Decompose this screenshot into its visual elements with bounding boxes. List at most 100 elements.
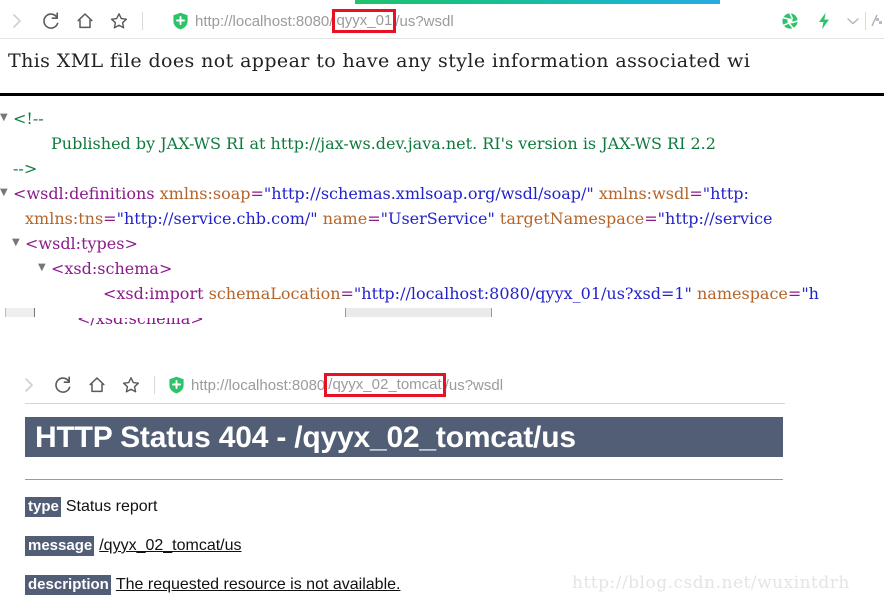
collapse-triangle-icon[interactable]: ▼	[0, 105, 13, 130]
xml-token-attr: xmlns:tns	[25, 209, 104, 228]
xml-token-attr: xmlns:soap	[154, 184, 251, 203]
xml-token-cmt: -->	[13, 159, 38, 178]
xml-token-punc: >	[124, 234, 138, 253]
xml-horizontal-scrollbar-thumb[interactable]	[345, 308, 492, 317]
error-page-rule	[25, 479, 783, 480]
bookmark-button[interactable]	[102, 4, 136, 38]
xml-token-val: "http://service	[657, 209, 773, 228]
partial-icon	[871, 14, 882, 27]
xml-token-punc: =	[689, 184, 703, 203]
chevron-down-icon	[847, 18, 859, 25]
xml-token-val: "http://schemas.xmlsoap.org/wsdl/soap/"	[263, 184, 594, 203]
url-rest-2: /us?wsdl	[444, 376, 504, 394]
xml-token-punc: <	[51, 259, 65, 278]
page-title: HTTP Status 404 - /qyyx_02_tomcat/us	[35, 421, 576, 454]
xml-line: -->	[0, 156, 884, 181]
xml-line: <xsd:import schemaLocation="http://local…	[0, 281, 884, 306]
reload-icon	[55, 376, 71, 393]
xml-token-attr: name	[317, 209, 368, 228]
star-icon	[110, 13, 128, 29]
xml-token-attr: xmlns:wsdl	[593, 184, 690, 203]
toolbar-1-bottom-rule	[0, 38, 884, 39]
error-row-description: description The requested resource is not…	[25, 575, 400, 595]
home-button[interactable]	[68, 4, 102, 38]
forward-button[interactable]	[0, 4, 34, 38]
home-icon	[77, 13, 93, 29]
xml-style-notice: This XML file does not appear to have an…	[8, 50, 751, 72]
lightning-bolt-icon	[819, 12, 829, 30]
error-value-message: /qyyx_02_tomcat/us	[99, 537, 242, 554]
toolbar-2-bottom-rule	[25, 403, 785, 404]
url-rest: /us?wsdl	[395, 12, 454, 30]
error-value-type: Status report	[65, 498, 158, 515]
http-status-banner: HTTP Status 404 - /qyyx_02_tomcat/us	[25, 417, 783, 457]
collapse-triangle-icon[interactable]: ▼	[38, 255, 51, 280]
blog-watermark: http://blog.csdn.net/wuxintdrh	[572, 573, 850, 593]
chevron-right-icon	[13, 14, 21, 28]
xml-token-tag: xsd:import	[116, 284, 204, 303]
xml-token-tag: wsdl:types	[38, 234, 125, 253]
aperture-extension-button[interactable]	[773, 4, 807, 38]
lightning-extension-button[interactable]	[807, 4, 841, 38]
xml-token-punc: =	[340, 284, 354, 303]
overflow-menu-button[interactable]	[868, 4, 884, 38]
toolbar-divider	[142, 12, 143, 30]
address-bar-2[interactable]: http://localhost:8080/qyyx_02_tomcat/us?…	[168, 368, 503, 402]
xml-line: xmlns:tns="http://service.chb.com/" name…	[0, 206, 884, 231]
xml-token-val: "http:	[702, 184, 749, 203]
extension-dropdown-button[interactable]	[841, 4, 865, 38]
xml-token-val: "http://service.chb.com/"	[116, 209, 318, 228]
url-host: localhost	[232, 12, 292, 30]
aperture-icon	[782, 12, 799, 29]
url-scheme-2: http://	[191, 376, 229, 394]
reload-icon	[43, 12, 59, 29]
chevron-right-icon	[25, 378, 33, 392]
security-shield-icon	[168, 376, 185, 394]
toolbar-divider-right	[865, 12, 866, 30]
toolbar-divider-2	[154, 376, 155, 394]
bookmark-button-2[interactable]	[114, 368, 148, 402]
xml-token-attr: namespace	[691, 284, 788, 303]
xml-token-punc: >	[158, 259, 173, 278]
xml-token-punc: =	[787, 284, 802, 303]
address-bar-1[interactable]: http://localhost:8080/qyyx_01/us?wsdl	[172, 4, 454, 38]
reload-button-2[interactable]	[46, 368, 80, 402]
collapse-triangle-icon[interactable]: ▼	[0, 180, 13, 205]
xml-token-attr: schemaLocation	[203, 284, 341, 303]
xml-line: ▼ <wsdl:types>	[0, 231, 884, 256]
error-label-type: type	[25, 497, 61, 517]
xml-scrollbar-left-fragment[interactable]	[5, 308, 35, 317]
error-row-message: message/qyyx_02_tomcat/us	[25, 536, 242, 556]
xml-token-val: "h	[801, 284, 819, 303]
xml-token-punc: =	[367, 209, 381, 228]
url-host-2: localhost	[228, 376, 288, 394]
forward-button-2[interactable]	[12, 368, 46, 402]
url-scheme: http://	[195, 12, 233, 30]
xml-token-attr: targetNamespace	[494, 209, 645, 228]
toolbar-2-nav-icons	[12, 368, 161, 402]
xml-token-val: "http://localhost:8080/qyyx_01/us?xsd=1"	[353, 284, 692, 303]
url-highlighted-path-2: /qyyx_02_tomcat	[324, 373, 446, 397]
xml-token-punc: <	[103, 284, 117, 303]
error-label-message: message	[25, 536, 95, 556]
xml-token-punc: =	[103, 209, 117, 228]
browser-toolbar-2: http://localhost:8080/qyyx_02_tomcat/us?…	[0, 368, 884, 402]
home-icon	[89, 377, 105, 393]
xml-line: ▼ <xsd:schema>	[0, 256, 884, 281]
home-button-2[interactable]	[80, 368, 114, 402]
xml-token-punc: <	[13, 184, 27, 203]
xml-token-punc: =	[644, 209, 658, 228]
reload-button[interactable]	[34, 4, 68, 38]
collapse-triangle-icon[interactable]: ▼	[12, 230, 25, 255]
xml-token-cmt: <!--	[13, 109, 44, 128]
toolbar-1-nav-icons	[0, 4, 149, 38]
error-row-type: type Status report	[25, 497, 157, 517]
xml-line: Published by JAX-WS RI at http://jax-ws.…	[0, 131, 884, 156]
xml-token-val: "UserService"	[380, 209, 495, 228]
security-shield-icon	[172, 12, 189, 30]
xml-line: ▼ <wsdl:definitions xmlns:soap="http://sc…	[0, 181, 884, 206]
url-port: :8080	[291, 12, 330, 30]
browser-toolbar-1: http://localhost:8080/qyyx_01/us?wsdl	[0, 4, 884, 38]
url-highlighted-path: qyyx_01	[332, 9, 397, 33]
xml-token-punc: <	[25, 234, 39, 253]
